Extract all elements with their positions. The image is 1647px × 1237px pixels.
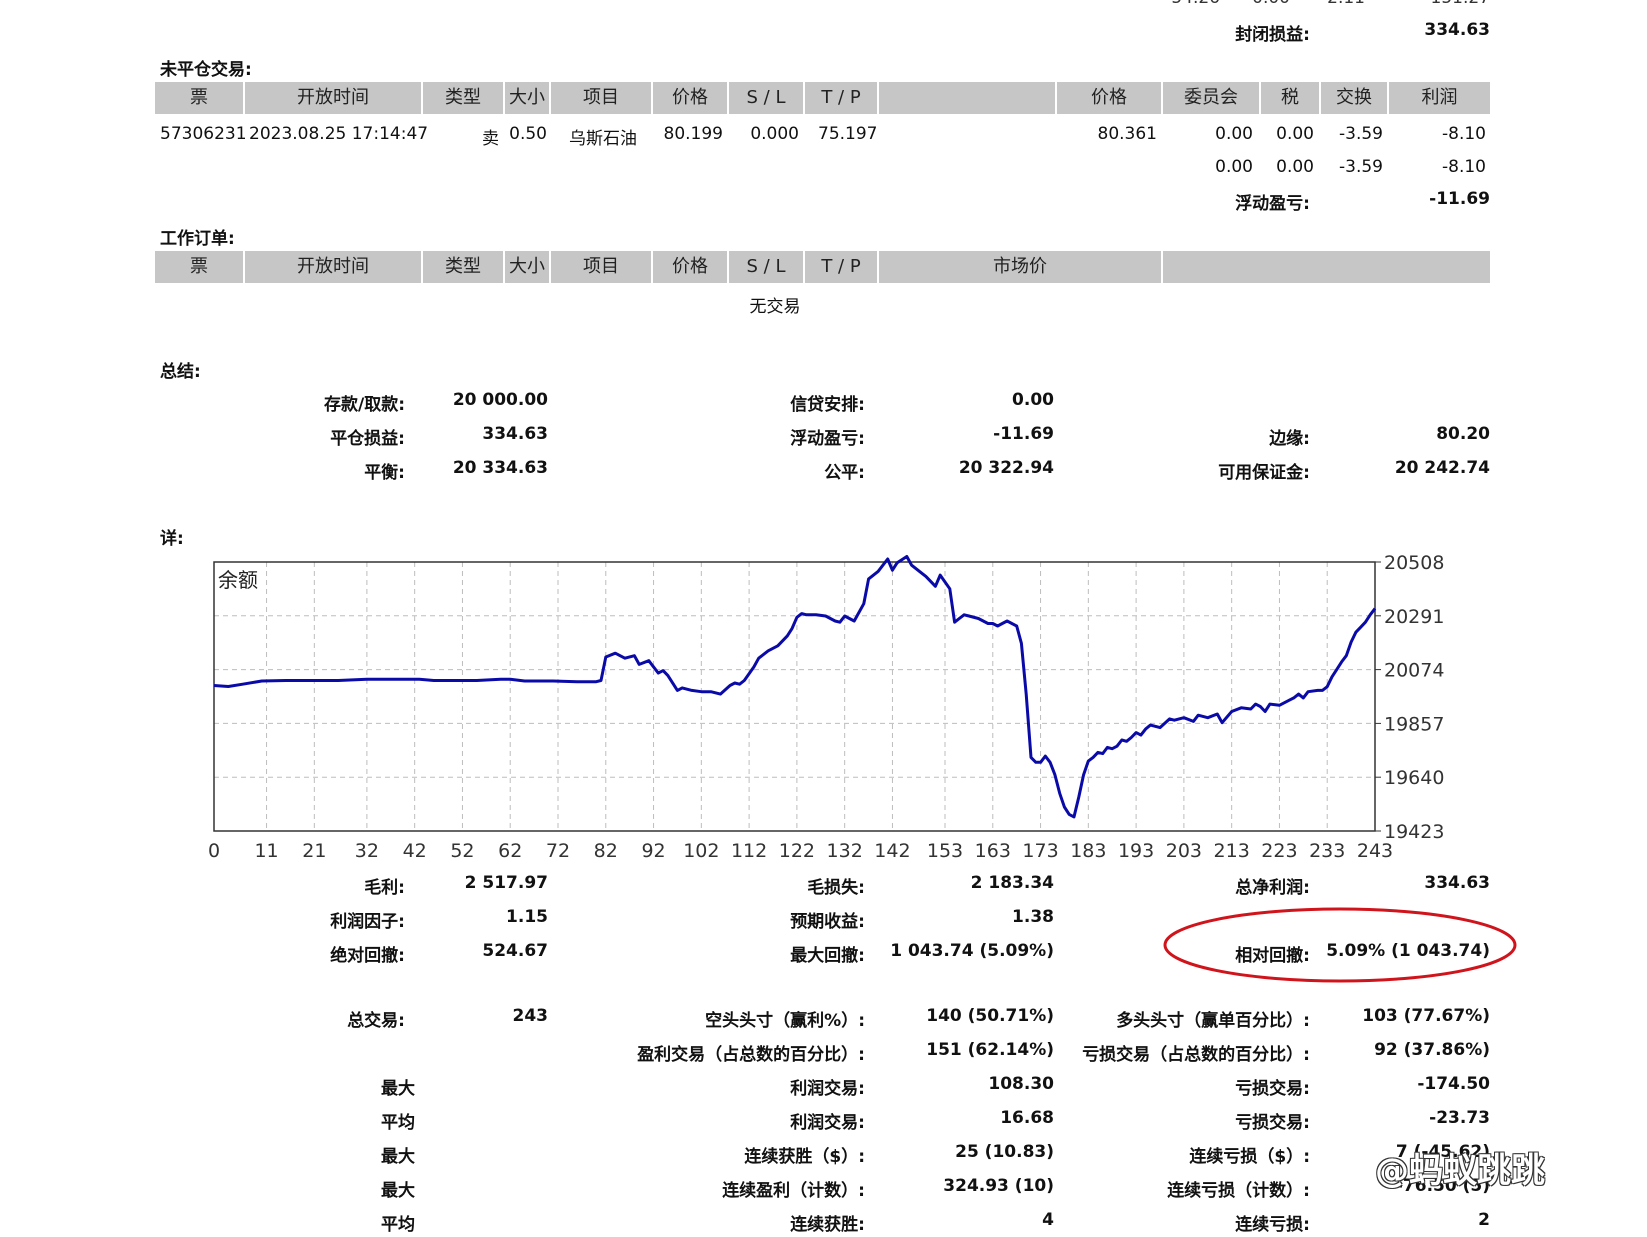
highlight-ellipse	[1163, 907, 1517, 983]
total-trades-value: 243	[512, 1006, 549, 1026]
gross-profit-label: 毛利:	[364, 878, 405, 898]
stat-row-left: 平均	[381, 1215, 415, 1235]
absolute-drawdown-label: 绝对回撤:	[330, 946, 405, 966]
stat-row-right-label: 连续亏损（$）:	[1189, 1147, 1310, 1167]
x-tick-label: 92	[641, 840, 665, 862]
stat-row-right-value: 2	[1478, 1210, 1490, 1230]
x-tick-label: 42	[403, 840, 427, 862]
stat-row-right-label: 亏损交易:	[1235, 1079, 1310, 1099]
stat-row-mid-value: 25 (10.83)	[955, 1142, 1054, 1162]
profit-factor-label: 利润因子:	[330, 912, 405, 932]
stat-row-right-value: -174.50	[1417, 1074, 1490, 1094]
long-positions-label: 多头头寸（赢单百分比）:	[1116, 1011, 1310, 1031]
balance-series-line	[213, 555, 1377, 819]
stat-row-right-label: 连续亏损:	[1235, 1215, 1310, 1235]
y-tick-label: 20074	[1384, 660, 1444, 682]
x-tick-label: 203	[1166, 840, 1202, 862]
x-tick-label: 32	[355, 840, 379, 862]
stat-row-mid-label: 连续获胜:	[790, 1215, 865, 1235]
gross-profit-value: 2 517.97	[464, 873, 548, 893]
stat-row-mid-label: 利润交易:	[790, 1113, 865, 1133]
stat-row-right-label: 连续亏损（计数）:	[1167, 1181, 1310, 1201]
total-trades-label: 总交易:	[347, 1011, 405, 1031]
expected-payoff-label: 预期收益:	[790, 912, 865, 932]
expected-payoff-value: 1.38	[1012, 907, 1054, 927]
x-tick-label: 183	[1070, 840, 1106, 862]
short-positions-value: 140 (50.71%)	[926, 1006, 1054, 1026]
x-tick-label: 223	[1261, 840, 1297, 862]
max-drawdown-value: 1 043.74 (5.09%)	[890, 941, 1054, 961]
x-tick-label: 11	[254, 840, 278, 862]
gross-loss-value: 2 183.34	[970, 873, 1054, 893]
x-tick-label: 52	[450, 840, 474, 862]
x-tick-label: 213	[1214, 840, 1250, 862]
short-positions-label: 空头头寸（赢利%）:	[705, 1011, 865, 1031]
x-tick-label: 173	[1022, 840, 1058, 862]
profit-trades-value: 151 (62.14%)	[926, 1040, 1054, 1060]
x-tick-label: 163	[975, 840, 1011, 862]
y-ticks: 205082029120074198571964019423	[1375, 552, 1444, 843]
chart-grid	[213, 561, 1376, 831]
x-tick-label: 193	[1118, 840, 1154, 862]
stat-row-mid-label: 连续盈利（计数）:	[722, 1181, 865, 1201]
chart-title: 余额	[218, 568, 258, 592]
stat-row-left: 最大	[381, 1147, 415, 1167]
stat-row-right-value: -23.73	[1429, 1108, 1490, 1128]
profit-factor-value: 1.15	[506, 907, 548, 927]
net-profit-label: 总净利润:	[1235, 878, 1310, 898]
stat-row-right-label: 亏损交易:	[1235, 1113, 1310, 1133]
y-tick-label: 20508	[1384, 552, 1444, 574]
watermark-text: @蚂蚁跳跳	[1375, 1151, 1545, 1191]
stat-row-mid-label: 利润交易:	[790, 1079, 865, 1099]
stat-row-left: 最大	[381, 1181, 415, 1201]
y-tick-label: 19640	[1384, 767, 1444, 789]
loss-trades-label: 亏损交易（占总数的百分比）:	[1082, 1045, 1310, 1065]
gross-loss-label: 毛损失:	[807, 878, 865, 898]
y-tick-label: 19857	[1384, 713, 1444, 735]
x-tick-label: 153	[927, 840, 963, 862]
absolute-drawdown-value: 524.67	[482, 941, 548, 961]
x-tick-label: 122	[779, 840, 815, 862]
x-tick-label: 142	[874, 840, 910, 862]
profit-trades-label: 盈利交易（占总数的百分比）:	[637, 1045, 865, 1065]
y-tick-label: 20291	[1384, 606, 1444, 628]
stat-row-mid-value: 108.30	[988, 1074, 1054, 1094]
x-tick-label: 112	[731, 840, 767, 862]
x-tick-label: 102	[683, 840, 719, 862]
stat-row-mid-value: 4	[1042, 1210, 1054, 1230]
x-tick-label: 82	[594, 840, 618, 862]
x-ticks: 0 11 21 32 42 52 62 72 82 92 102 112 122 132 142 153 163…	[208, 840, 1393, 862]
x-tick-label: 62	[498, 840, 522, 862]
x-tick-label: 243	[1357, 840, 1393, 862]
stat-row-left: 最大	[381, 1079, 415, 1099]
x-tick-label: 233	[1309, 840, 1345, 862]
x-tick-label: 0	[208, 840, 220, 862]
stat-row-left: 平均	[381, 1113, 415, 1133]
max-drawdown-label: 最大回撤:	[790, 946, 865, 966]
stat-row-mid-value: 324.93 (10)	[943, 1176, 1054, 1196]
x-tick-label: 21	[302, 840, 326, 862]
net-profit-value: 334.63	[1424, 873, 1490, 893]
plot-frame	[213, 561, 1376, 832]
x-tick-label: 132	[827, 840, 863, 862]
loss-trades-value: 92 (37.86%)	[1374, 1040, 1490, 1060]
x-tick-label: 72	[546, 840, 570, 862]
stat-row-mid-label: 连续获胜（$）:	[744, 1147, 865, 1167]
long-positions-value: 103 (77.67%)	[1362, 1006, 1490, 1026]
stat-row-mid-value: 16.68	[1000, 1108, 1054, 1128]
